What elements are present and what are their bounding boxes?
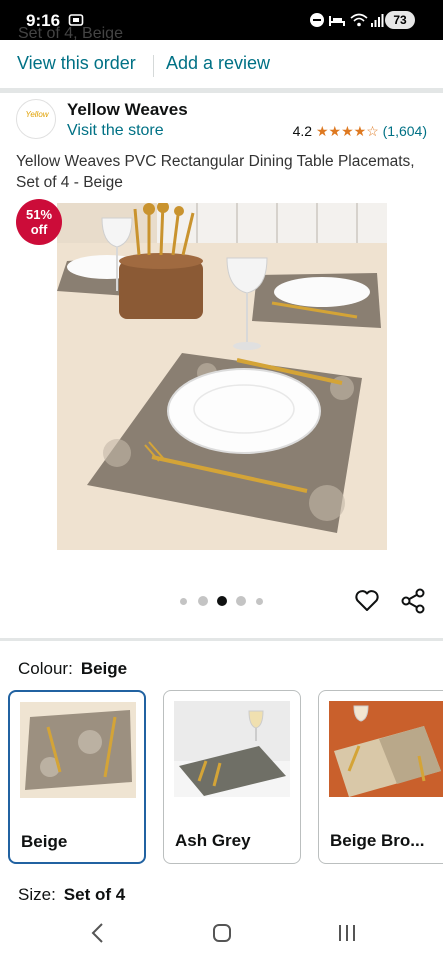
view-order-link[interactable]: View this order [17, 53, 136, 74]
review-count: (1,604) [382, 123, 427, 139]
share-icon[interactable] [400, 588, 426, 614]
signal-icon [370, 12, 384, 33]
rating-value: 4.2 [292, 123, 313, 139]
home-icon[interactable] [212, 923, 232, 948]
colour-option-label: Beige [21, 832, 68, 851]
colour-label: Colour: Beige [18, 659, 127, 679]
colour-option-label: Beige Bro... [330, 831, 425, 850]
size-label-text: Size: [18, 885, 56, 904]
rating-summary[interactable]: 4.2 ★★★★☆ (1,604) [293, 123, 427, 140]
bed-icon [328, 12, 346, 33]
colour-selected-value: Beige [80, 659, 128, 678]
product-title: Yellow Weaves PVC Rectangular Dining Tab… [16, 153, 415, 191]
heart-icon[interactable] [354, 588, 380, 614]
discount-off: off [30, 222, 48, 237]
carousel-dot[interactable] [198, 596, 208, 606]
brand-name: Yellow Weaves [67, 100, 188, 119]
colour-option-beige[interactable]: Beige [8, 690, 146, 864]
colour-option-ash-grey[interactable]: Ash Grey [163, 690, 301, 864]
colour-label-text: Colour: [18, 659, 73, 678]
carousel-dot[interactable] [236, 596, 246, 606]
battery-indicator: 73 [385, 11, 415, 29]
swatch-image [174, 701, 290, 797]
recent-apps-icon[interactable] [337, 923, 357, 948]
discount-badge: 51% off [16, 199, 62, 245]
size-label: Size: Set of 4 [18, 885, 125, 905]
swatch-image [20, 702, 136, 798]
order-links-row: View this order Add a review [0, 40, 443, 88]
section-divider [0, 88, 443, 93]
add-review-link[interactable]: Add a review [166, 53, 270, 74]
carousel-dot-active[interactable] [217, 596, 227, 606]
system-nav-bar [0, 912, 443, 960]
wifi-icon [350, 12, 368, 33]
swatch-image [329, 701, 443, 797]
brand-logo-text: Yellow [25, 110, 49, 119]
colour-option-beige-brown[interactable]: Beige Bro... [318, 690, 443, 864]
back-icon[interactable] [90, 922, 106, 949]
section-divider [0, 638, 443, 641]
discount-percent: 51% [25, 207, 53, 222]
divider [153, 55, 154, 77]
carousel-dot[interactable] [180, 598, 187, 605]
dnd-icon [309, 12, 325, 33]
visit-store-link[interactable]: Visit the store [67, 122, 164, 140]
colour-option-label: Ash Grey [175, 831, 251, 850]
brand-logo[interactable]: Yellow [16, 99, 56, 139]
carousel-dot[interactable] [256, 598, 263, 605]
star-rating-icon: ★★★★☆ [315, 123, 379, 139]
product-image[interactable] [57, 201, 387, 550]
size-selected-value: Set of 4 [63, 885, 126, 904]
